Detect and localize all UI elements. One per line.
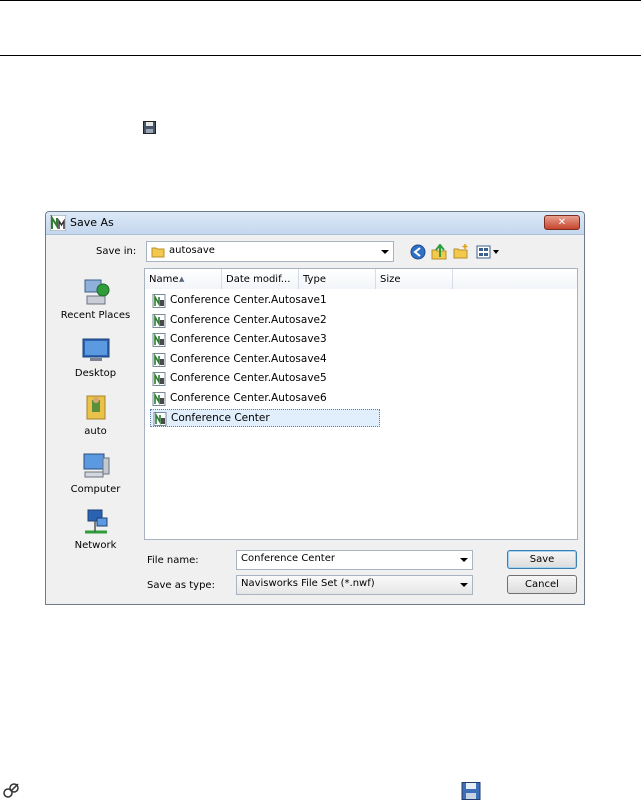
file-name-input[interactable]: Conference Center xyxy=(236,550,473,570)
place-recent-places[interactable]: Recent Places xyxy=(52,278,139,328)
nwf-file-icon xyxy=(153,412,167,426)
new-folder-icon[interactable] xyxy=(453,244,469,260)
nwf-file-icon xyxy=(152,372,166,386)
back-icon[interactable] xyxy=(410,244,426,260)
sort-ascending-icon: ▲ xyxy=(179,275,185,283)
dialog-titlebar[interactable]: Save As ✕ xyxy=(46,212,584,235)
column-header-size[interactable]: Size xyxy=(376,269,453,289)
place-auto[interactable]: auto xyxy=(52,392,139,442)
column-header-spacer xyxy=(453,269,577,289)
file-name-text: Conference Center.Autosave3 xyxy=(170,333,327,345)
place-computer[interactable]: Computer xyxy=(52,452,139,502)
up-folder-icon[interactable] xyxy=(431,244,447,260)
save-type-select[interactable]: Navisworks File Set (*.nwf) xyxy=(236,575,473,595)
column-label: Date modif... xyxy=(226,274,291,285)
file-list-item[interactable]: Conference Center.Autosave3 xyxy=(150,331,350,349)
file-list-item[interactable]: Conference Center.Autosave1 xyxy=(150,292,350,310)
places-bar: Recent Places Desktop auto Computer Netw… xyxy=(52,268,139,593)
file-name-text: Conference Center.Autosave1 xyxy=(170,294,327,306)
desktop-icon xyxy=(82,338,110,361)
column-label: Name xyxy=(149,274,179,285)
place-label: Desktop xyxy=(74,368,117,379)
file-name-text: Conference Center.Autosave4 xyxy=(170,352,327,365)
nwf-file-icon xyxy=(152,294,166,308)
file-name-value: Conference Center xyxy=(241,553,335,564)
place-label: Recent Places xyxy=(60,310,131,321)
place-label: auto xyxy=(84,426,107,437)
file-name-text: Conference Center.Autosave5 xyxy=(170,372,327,384)
computer-icon xyxy=(83,453,110,478)
save-icon xyxy=(461,782,481,800)
place-network[interactable]: Network xyxy=(52,508,139,558)
top-rule xyxy=(0,0,641,1)
save-type-value: Navisworks File Set (*.nwf) xyxy=(241,578,375,589)
chevron-down-icon xyxy=(460,583,468,587)
views-menu-icon[interactable] xyxy=(476,244,502,260)
save-as-dialog: Save As ✕ Save in: autosave Recent Place… xyxy=(45,211,585,605)
save-in-label: Save in: xyxy=(96,246,137,257)
column-header-type[interactable]: Type xyxy=(299,269,376,289)
dialog-title: Save As xyxy=(70,216,114,229)
navisworks-app-icon xyxy=(50,215,66,231)
folder-icon xyxy=(151,247,165,258)
save-icon xyxy=(143,121,156,134)
save-in-dropdown[interactable]: autosave xyxy=(146,241,394,262)
file-list-item[interactable]: Conference Center.Autosave2 xyxy=(150,312,350,330)
nwf-file-icon xyxy=(152,313,166,328)
file-name-text: Conference Center xyxy=(171,412,270,424)
save-button[interactable]: Save xyxy=(507,550,577,569)
save-in-value: autosave xyxy=(169,245,215,256)
column-header-name[interactable]: ▲ Name xyxy=(145,269,222,289)
nwf-file-icon xyxy=(152,352,166,367)
tool-icon xyxy=(3,783,19,798)
place-label: Computer xyxy=(70,484,121,495)
place-label: Network xyxy=(74,540,117,551)
chevron-down-icon xyxy=(460,558,468,562)
header-rule xyxy=(0,55,641,56)
nwf-file-icon xyxy=(152,391,166,406)
user-folder-icon xyxy=(86,395,106,420)
file-list-item[interactable]: Conference Center xyxy=(150,409,380,427)
nwf-file-icon xyxy=(152,333,166,347)
file-name-text: Conference Center.Autosave6 xyxy=(170,391,327,404)
close-icon: ✕ xyxy=(557,217,567,228)
file-list-item[interactable]: Conference Center.Autosave5 xyxy=(150,370,350,388)
column-label: Size xyxy=(380,274,401,285)
file-list[interactable]: ▲ Name Date modif... Type Size Conferenc… xyxy=(144,268,578,540)
column-label: Type xyxy=(303,274,326,285)
cancel-button[interactable]: Cancel xyxy=(507,575,577,594)
file-list-item[interactable]: Conference Center.Autosave4 xyxy=(150,351,350,369)
recent-places-icon xyxy=(84,279,110,305)
file-name-text: Conference Center.Autosave2 xyxy=(170,313,327,326)
network-icon xyxy=(85,509,108,534)
column-header-date[interactable]: Date modif... xyxy=(222,269,299,289)
file-list-item[interactable]: Conference Center.Autosave6 xyxy=(150,390,350,408)
close-button[interactable]: ✕ xyxy=(544,215,580,230)
file-name-label: File name: xyxy=(147,555,199,566)
place-desktop[interactable]: Desktop xyxy=(52,336,139,386)
save-type-label: Save as type: xyxy=(147,580,215,591)
chevron-down-icon xyxy=(381,250,389,254)
